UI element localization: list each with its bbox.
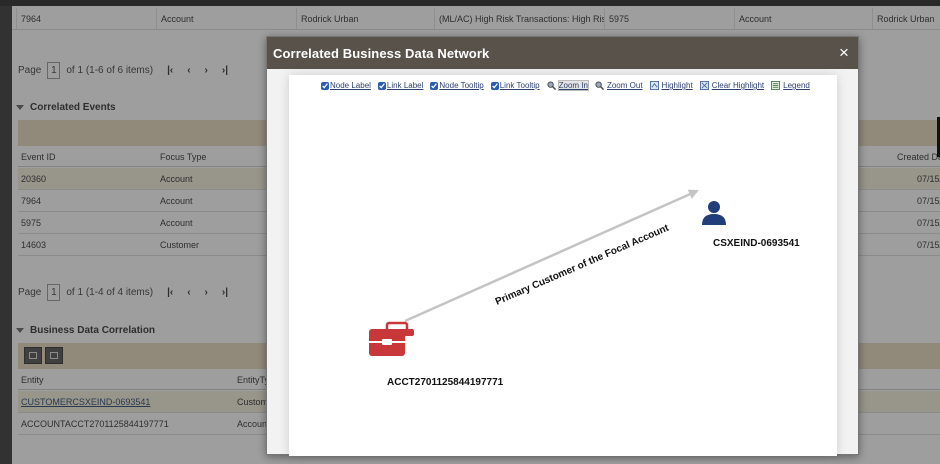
clear-highlight-button[interactable]: Clear Highlight [699,81,765,90]
toolbar-label: Zoom Out [606,81,643,90]
relationship-edge[interactable] [404,189,699,323]
zoom-in-icon [547,81,556,90]
account-node[interactable]: ACCT2701125844197771 [369,321,504,388]
modal-title: Correlated Business Data Network [273,45,490,61]
node-label-toggle[interactable]: Node Label [321,81,371,90]
toolbar-label: Link Label [386,81,424,90]
modal-header: Correlated Business Data Network × [267,37,858,69]
highlight-button[interactable]: Highlight [649,81,693,90]
toolbar-label: Node Label [330,81,371,90]
clear-highlight-icon [699,81,709,90]
zoom-in-button[interactable]: Zoom In [547,80,589,91]
zoom-out-button[interactable]: Zoom Out [595,81,643,90]
briefcase-icon [369,321,414,356]
network-modal: Correlated Business Data Network × Node … [266,36,859,456]
highlight-icon [649,81,659,90]
node-label: CSXEIND-0693541 [713,238,800,249]
node-tooltip-checkbox[interactable] [430,81,439,90]
legend-icon [771,81,781,90]
edge-label: Primary Customer of the Focal Account [494,222,671,307]
toolbar-label: Link Tooltip [499,81,540,90]
node-label: ACCT2701125844197771 [387,377,504,388]
node-tooltip-toggle[interactable]: Node Tooltip [430,81,484,90]
toolbar-label: Zoom In [557,80,589,91]
person-icon [702,201,726,225]
close-icon[interactable]: × [836,43,852,63]
graph-toolbar: Node Label Link Label Node Tooltip Link … [321,80,810,91]
link-tooltip-checkbox[interactable] [490,81,499,90]
graph-panel: Node Label Link Label Node Tooltip Link … [289,75,837,456]
node-label-checkbox[interactable] [321,81,329,90]
toolbar-label: Legend [783,81,810,90]
zoom-out-icon [595,81,604,90]
link-label-checkbox[interactable] [377,81,386,90]
toolbar-label: Clear Highlight [711,81,765,90]
legend-button[interactable]: Legend [771,81,810,90]
network-graph[interactable]: Primary Customer of the Focal Account AC… [289,101,837,456]
link-tooltip-toggle[interactable]: Link Tooltip [490,81,540,90]
customer-node[interactable]: CSXEIND-0693541 [702,201,800,249]
toolbar-label: Highlight [661,81,693,90]
toolbar-label: Node Tooltip [439,81,484,90]
link-label-toggle[interactable]: Link Label [377,81,424,90]
